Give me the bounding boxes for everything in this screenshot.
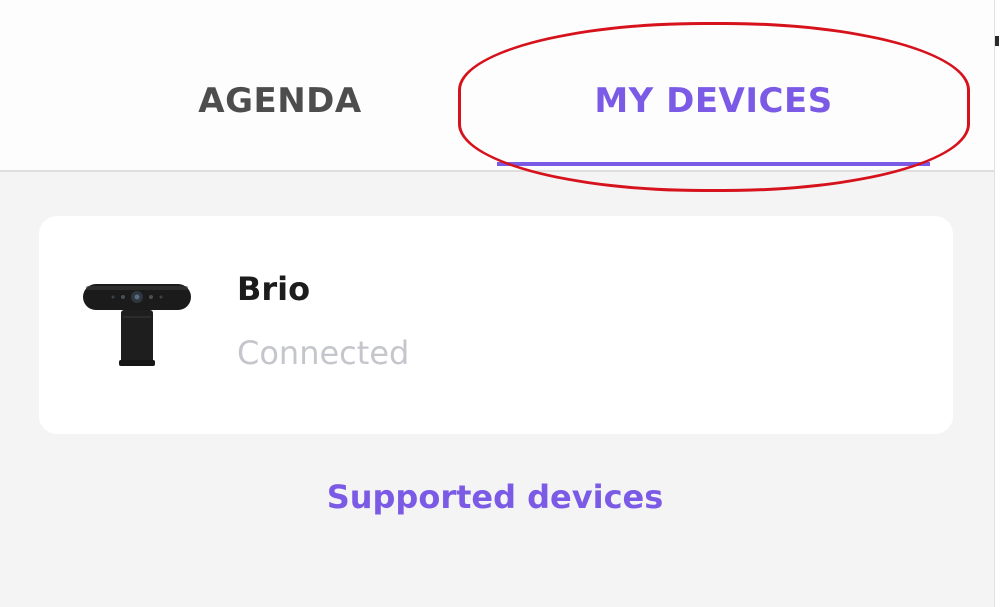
- device-name: Brio: [237, 270, 311, 308]
- device-card[interactable]: Brio Connected: [39, 216, 953, 434]
- window-edge: [994, 0, 1000, 607]
- tab-bar: AGENDA MY DEVICES: [0, 0, 1000, 172]
- edge-mark: [995, 36, 999, 46]
- tab-my-devices[interactable]: MY DEVICES: [497, 78, 930, 124]
- tab-agenda[interactable]: AGENDA: [170, 78, 390, 124]
- webcam-icon: [83, 282, 191, 368]
- supported-devices-link[interactable]: Supported devices: [0, 478, 990, 516]
- device-status: Connected: [237, 334, 410, 372]
- active-tab-underline: [497, 162, 930, 166]
